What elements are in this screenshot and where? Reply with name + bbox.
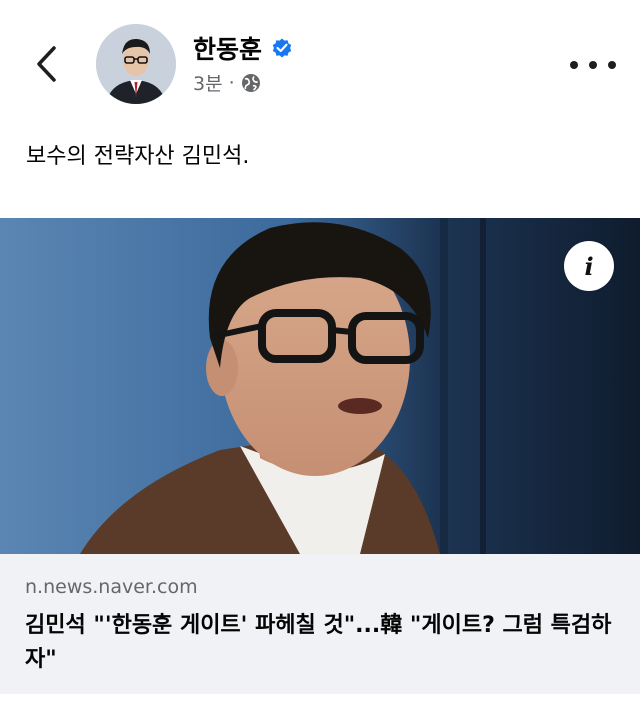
more-icon-dot: [570, 61, 578, 69]
author-row: 한동훈: [193, 30, 294, 66]
post-header: 한동훈 3분 ·: [0, 0, 640, 125]
link-preview-image[interactable]: [0, 218, 640, 554]
more-icon-dot: [608, 61, 616, 69]
more-options-button[interactable]: [570, 54, 616, 76]
meta-separator: ·: [228, 71, 235, 94]
author-name[interactable]: 한동훈: [193, 30, 262, 66]
verified-badge-icon: [272, 38, 292, 58]
post-time[interactable]: 3분: [193, 69, 223, 96]
news-photo: [0, 218, 640, 554]
globe-icon: [241, 73, 260, 92]
more-icon-dot: [589, 61, 597, 69]
post-text: 보수의 전략자산 김민석.: [26, 144, 250, 169]
avatar[interactable]: [96, 24, 176, 104]
info-icon: i: [584, 251, 594, 281]
link-headline: 김민석 "'한동훈 게이트' 파헤칠 것"...韓 "게이트? 그럼 특검하자": [25, 613, 612, 672]
link-preview-card[interactable]: n.news.naver.com 김민석 "'한동훈 게이트' 파헤칠 것"..…: [0, 554, 640, 694]
avatar-image: [96, 24, 176, 104]
chevron-left-icon: [37, 46, 56, 82]
link-domain: n.news.naver.com: [25, 576, 198, 598]
post-meta: 3분 ·: [193, 69, 261, 96]
back-button[interactable]: [30, 42, 64, 86]
info-button[interactable]: i: [564, 241, 614, 291]
